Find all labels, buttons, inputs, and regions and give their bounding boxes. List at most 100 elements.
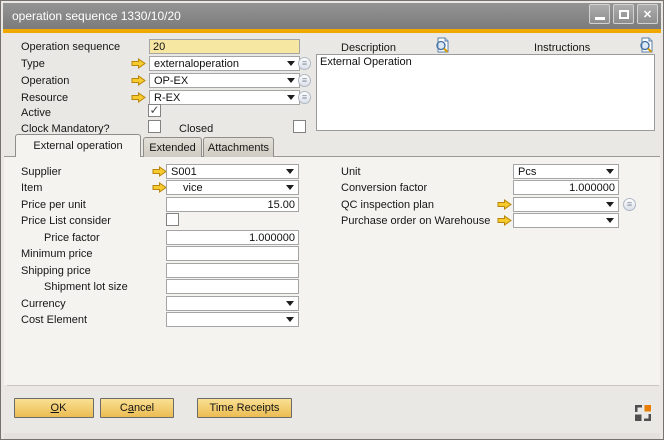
price-list-consider-label: Price List consider [21, 214, 111, 228]
link-arrow-icon[interactable] [131, 58, 146, 69]
price-factor-label: Price factor [44, 231, 100, 245]
chevron-down-icon [286, 301, 294, 306]
chevron-down-icon [286, 185, 294, 190]
check-icon: ✓ [149, 103, 159, 117]
unit-value: Pcs [518, 166, 536, 178]
minimum-price-input[interactable] [166, 246, 299, 261]
ok-button[interactable]: OK [14, 398, 94, 418]
item-label: Item [21, 181, 42, 195]
chevron-down-icon [606, 202, 614, 207]
chevron-down-icon [606, 169, 614, 174]
tab-label: External operation [33, 140, 122, 152]
operation-sequence-window: operation sequence 1330/10/20 ✕ Operatio… [0, 0, 664, 440]
minimum-price-label: Minimum price [21, 247, 93, 261]
tab-label: Attachments [208, 142, 269, 154]
link-arrow-icon[interactable] [131, 75, 146, 86]
currency-dropdown[interactable] [166, 296, 299, 311]
minimize-icon [595, 17, 605, 20]
ok-label-rest: K [59, 402, 66, 414]
qc-inspection-plan-dropdown[interactable] [513, 197, 619, 212]
link-arrow-icon[interactable] [152, 166, 167, 177]
chevron-down-icon [286, 169, 294, 174]
link-arrow-icon[interactable] [497, 215, 512, 226]
close-icon: ✕ [643, 8, 652, 21]
price-list-consider-checkbox[interactable] [166, 213, 179, 226]
link-arrow-icon[interactable] [497, 199, 512, 210]
qc-choose-from-list-icon[interactable]: ≡ [623, 198, 636, 211]
resource-dropdown[interactable]: R-EX [149, 90, 300, 105]
chevron-down-icon [286, 317, 294, 322]
closed-checkbox[interactable] [293, 120, 306, 133]
tab-external-operation[interactable]: External operation [15, 134, 141, 157]
cancel-label: C [120, 402, 128, 414]
tab-extended[interactable]: Extended [143, 137, 202, 157]
operation-value: OP-EX [154, 75, 188, 87]
window-title: operation sequence 1330/10/20 [12, 9, 181, 23]
active-checkbox[interactable]: ✓ [148, 104, 161, 117]
cancel-label-rest: ncel [134, 402, 154, 414]
type-value: externaloperation [154, 58, 239, 70]
chevron-down-icon [287, 61, 295, 66]
link-arrow-icon[interactable] [152, 182, 167, 193]
operation-dropdown[interactable]: OP-EX [149, 73, 300, 88]
operation-choose-from-list-icon[interactable]: ≡ [298, 74, 311, 87]
chevron-down-icon [287, 78, 295, 83]
time-receipts-label: Time Receipts [210, 402, 280, 414]
minimize-button[interactable] [589, 4, 610, 24]
conversion-factor-label: Conversion factor [341, 181, 427, 195]
type-choose-from-list-icon[interactable]: ≡ [298, 57, 311, 70]
description-textarea[interactable]: External Operation [316, 54, 655, 131]
time-receipts-button[interactable]: Time Receipts [197, 398, 292, 418]
tab-attachments[interactable]: Attachments [203, 137, 274, 157]
supplier-label: Supplier [21, 165, 61, 179]
supplier-value: S001 [171, 166, 197, 178]
resize-grip-icon[interactable] [634, 404, 652, 422]
close-button[interactable]: ✕ [637, 4, 658, 24]
closed-label: Closed [179, 122, 213, 136]
resource-choose-from-list-icon[interactable]: ≡ [298, 91, 311, 104]
purchase-order-warehouse-dropdown[interactable] [513, 213, 619, 228]
active-label: Active [21, 106, 51, 120]
accent-line [3, 29, 661, 33]
operation-label: Operation [21, 74, 69, 88]
operation-sequence-input[interactable] [149, 39, 300, 54]
link-arrow-icon[interactable] [131, 92, 146, 103]
currency-label: Currency [21, 297, 66, 311]
description-label: Description [341, 41, 396, 55]
type-label: Type [21, 57, 45, 71]
item-value: vice [183, 182, 203, 194]
footer-separator [7, 385, 659, 386]
shipment-lot-size-label: Shipment lot size [44, 280, 128, 294]
price-per-unit-label: Price per unit [21, 198, 86, 212]
shipment-lot-size-input[interactable] [166, 279, 299, 294]
title-bar[interactable]: operation sequence 1330/10/20 [3, 3, 661, 29]
qc-inspection-plan-label: QC inspection plan [341, 198, 434, 212]
purchase-order-warehouse-label: Purchase order on Warehouse [341, 214, 490, 228]
resource-label: Resource [21, 91, 68, 105]
maximize-button[interactable] [613, 4, 634, 24]
supplier-dropdown[interactable]: S001 [166, 164, 299, 179]
tab-label: Extended [149, 142, 195, 154]
expand-instructions-icon[interactable] [638, 37, 655, 54]
maximize-icon [619, 10, 629, 19]
expand-description-icon[interactable] [434, 37, 451, 54]
shipping-price-input[interactable] [166, 263, 299, 278]
price-per-unit-input[interactable] [166, 197, 299, 212]
cost-element-label: Cost Element [21, 313, 87, 327]
instructions-label: Instructions [534, 41, 590, 55]
unit-label: Unit [341, 165, 361, 179]
ok-mnemonic: O [51, 402, 60, 414]
item-dropdown[interactable]: vice [166, 180, 299, 195]
operation-sequence-label: Operation sequence [21, 40, 120, 54]
conversion-factor-input[interactable] [513, 180, 619, 195]
cost-element-dropdown[interactable] [166, 312, 299, 327]
unit-dropdown[interactable]: Pcs [513, 164, 619, 179]
clock-mandatory-checkbox[interactable] [148, 120, 161, 133]
price-factor-input[interactable] [166, 230, 299, 245]
window-controls: ✕ [589, 4, 658, 24]
cancel-button[interactable]: Cancel [100, 398, 174, 418]
chevron-down-icon [606, 218, 614, 223]
type-dropdown[interactable]: externaloperation [149, 56, 300, 71]
shipping-price-label: Shipping price [21, 264, 91, 278]
chevron-down-icon [287, 95, 295, 100]
